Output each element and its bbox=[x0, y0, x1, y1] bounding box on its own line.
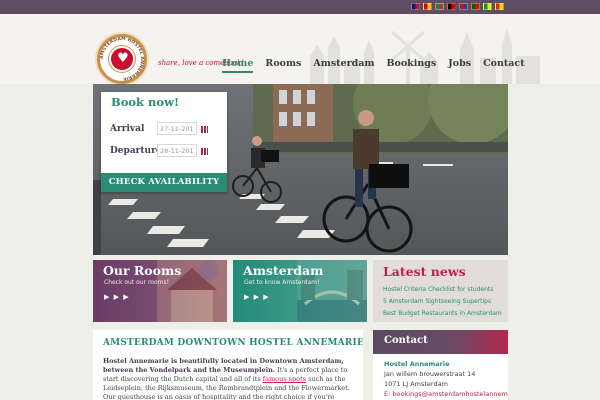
nav-bookings[interactable]: Bookings bbox=[386, 58, 436, 73]
booking-widget: Book now! Arrival Departure CHECK AVAILA… bbox=[101, 92, 227, 192]
main-navigation: Home Rooms Amsterdam Bookings Jobs Contact bbox=[222, 58, 537, 73]
our-rooms-tile[interactable]: Our Rooms Check out our rooms! ▶ ▶ ▶ bbox=[93, 260, 227, 322]
booking-title: Book now! bbox=[111, 95, 180, 109]
nav-contact[interactable]: Contact bbox=[483, 58, 525, 73]
flag-br-icon[interactable] bbox=[483, 3, 492, 10]
nav-amsterdam[interactable]: Amsterdam bbox=[313, 58, 374, 73]
contact-header: Contact bbox=[373, 330, 508, 354]
contact-box: Contact Hostel Annemarie Jan willem brou… bbox=[373, 330, 508, 400]
top-bar bbox=[0, 0, 600, 14]
content-title: AMSTERDAM DOWNTOWN HOSTEL ANNEMARIE bbox=[103, 338, 363, 348]
our-rooms-title: Our Rooms bbox=[103, 263, 182, 278]
contact-email-line: E: bookings@amsterdamhostelannemarie.nl bbox=[384, 390, 508, 398]
amsterdam-tile[interactable]: Amsterdam Get to know Amsterdam! ▶ ▶ ▶ bbox=[233, 260, 367, 322]
intro-content: AMSTERDAM DOWNTOWN HOSTEL ANNEMARIE Host… bbox=[93, 330, 363, 400]
our-rooms-subtitle: Check out our rooms! bbox=[104, 279, 169, 286]
skyline-illustration bbox=[310, 28, 540, 84]
flag-cn-icon[interactable] bbox=[495, 3, 504, 10]
language-selector bbox=[411, 3, 504, 10]
site-header: AMSTERDAM HOSTEL ANNEMARIE ♥ share, love… bbox=[0, 14, 600, 84]
contact-city: 1071 LJ Amsterdam bbox=[384, 380, 448, 388]
email-label: E: bbox=[384, 390, 391, 398]
arrival-calendar-icon[interactable] bbox=[201, 126, 208, 133]
departure-date-input[interactable] bbox=[157, 144, 197, 157]
departure-label: Departure bbox=[110, 146, 162, 156]
hostel-logo[interactable]: AMSTERDAM HOSTEL ANNEMARIE ♥ bbox=[97, 34, 147, 84]
flag-nl-icon[interactable] bbox=[459, 3, 468, 10]
logo-heart-badge: ♥ bbox=[109, 46, 135, 72]
contact-email-link[interactable]: bookings@amsterdamhostelannemarie.nl bbox=[392, 390, 508, 398]
news-item[interactable]: 5 Amsterdam Sightseeing Supertips bbox=[383, 298, 491, 305]
flag-en-icon[interactable] bbox=[411, 3, 420, 10]
intro-paragraph: Hostel Annemarie is beautifully located … bbox=[103, 357, 359, 400]
contact-name: Hostel Annemarie bbox=[384, 360, 450, 368]
nav-home[interactable]: Home bbox=[222, 58, 254, 73]
news-item[interactable]: Best Budget Restaurants in Amsterdam bbox=[383, 310, 502, 317]
departure-calendar-icon[interactable] bbox=[201, 148, 208, 155]
flag-de-icon[interactable] bbox=[447, 3, 456, 10]
news-item[interactable]: Hostel Criteria Checklist for students bbox=[383, 286, 493, 293]
amsterdam-tile-title: Amsterdam bbox=[243, 263, 324, 278]
famous-spots-link[interactable]: famous spots bbox=[263, 375, 306, 383]
flag-es-icon[interactable] bbox=[423, 3, 432, 10]
arrows-icon: ▶ ▶ ▶ bbox=[104, 293, 130, 301]
nav-jobs[interactable]: Jobs bbox=[448, 58, 471, 73]
contact-title: Contact bbox=[384, 335, 428, 346]
amsterdam-tile-subtitle: Get to know Amsterdam! bbox=[244, 279, 320, 286]
latest-news-box: Latest news Hostel Criteria Checklist fo… bbox=[373, 260, 508, 322]
heart-icon: ♥ bbox=[117, 51, 129, 66]
flag-it-icon[interactable] bbox=[435, 3, 444, 10]
latest-news-title: Latest news bbox=[383, 264, 466, 279]
arrival-date-input[interactable] bbox=[157, 122, 197, 135]
arrows-icon: ▶ ▶ ▶ bbox=[244, 293, 270, 301]
contact-street: Jan willem brouwerstraat 14 bbox=[384, 370, 476, 378]
arrival-label: Arrival bbox=[110, 124, 145, 134]
check-availability-button[interactable]: CHECK AVAILABILITY bbox=[101, 173, 227, 192]
flag-pt-icon[interactable] bbox=[471, 3, 480, 10]
nav-rooms[interactable]: Rooms bbox=[265, 58, 301, 73]
